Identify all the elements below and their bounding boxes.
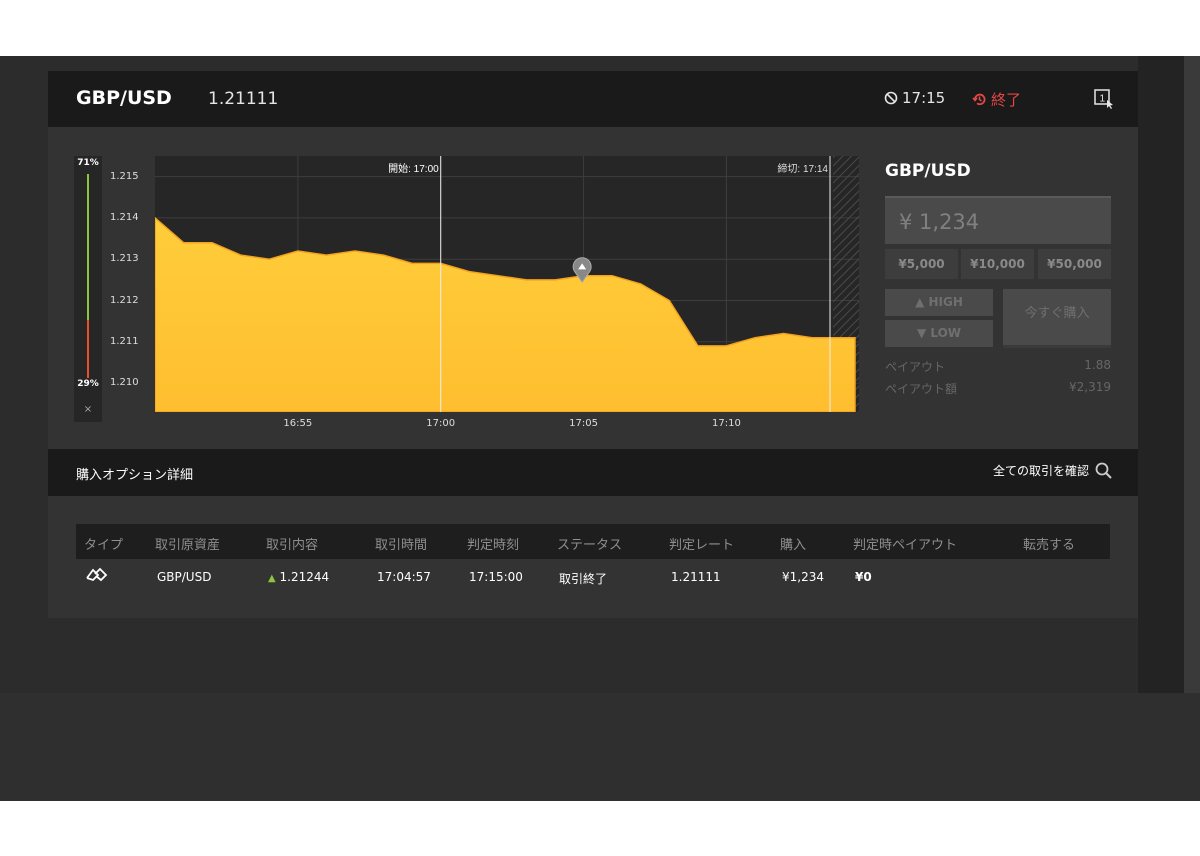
payout-label: ペイアウト <box>885 360 946 374</box>
current-price: 1.21111 <box>208 89 279 109</box>
y-tick-label: 1.212 <box>110 294 139 306</box>
y-tick-label: 1.213 <box>110 253 139 265</box>
chart-area: 71% 29% × 1.215 1.214 1.213 1.212 1.211 1.210… <box>48 127 1138 449</box>
no-entry-icon <box>884 91 898 105</box>
order-panel: GBP/USD ¥ 1,234 ¥5,000 ¥10,000 ¥50,000 ▲… <box>885 161 1111 396</box>
col-payout: 判定時ペイアウト <box>853 538 958 553</box>
col-content: 取引内容 <box>266 538 319 553</box>
y-tick-label: 1.210 <box>110 377 139 389</box>
right-sidebar <box>1138 56 1184 693</box>
view-all-trades-label: 全ての取引を確認 <box>992 464 1089 478</box>
low-probability-bar <box>87 320 89 378</box>
scrollbar[interactable] <box>1184 56 1200 693</box>
trade-table: タイプ 取引原資産 取引内容 取引時間 判定時刻 ステータス 判定レート 購入 … <box>76 524 1110 595</box>
price-chart: 開始: 17:00 締切: 17:14 <box>155 156 859 412</box>
preset-50000-button[interactable]: ¥50,000 <box>1038 249 1111 279</box>
col-rate: 判定レート <box>669 538 735 553</box>
history-clock-icon <box>972 93 986 106</box>
panel-header: GBP/USD 1.21111 17:15 終了 1 <box>48 71 1138 127</box>
cell-status: 取引終了 <box>559 572 608 586</box>
cell-payout: ¥0 <box>855 570 872 584</box>
high-probability-bar <box>87 174 89 320</box>
cell-purchase: ¥1,234 <box>782 570 824 584</box>
low-button[interactable]: ▼ LOW <box>885 320 993 347</box>
y-tick-label: 1.211 <box>110 335 139 347</box>
cell-content: ▲ 1.21244 <box>268 570 329 584</box>
high-button[interactable]: ▲ HIGH <box>885 289 993 316</box>
amount-input[interactable]: ¥ 1,234 <box>885 196 1111 244</box>
low-label: LOW <box>930 326 962 340</box>
high-arrow-icon: ▲ <box>268 573 276 584</box>
asset-pair: GBP/USD <box>76 87 172 109</box>
col-time: 取引時間 <box>375 538 428 553</box>
payout-amount-row: ペイアウト額 ¥2,319 <box>885 380 1111 397</box>
order-asset-title: GBP/USD <box>885 161 971 181</box>
end-label: 締切: 17:14 <box>777 162 828 175</box>
col-judge-time: 判定時刻 <box>467 538 520 553</box>
probability-bar: 71% 29% × <box>74 156 102 422</box>
details-bar: 購入オプション詳細 全ての取引を確認 <box>48 449 1138 496</box>
y-tick-label: 1.215 <box>110 170 139 182</box>
search-icon <box>1095 462 1112 479</box>
details-title: 購入オプション詳細 <box>76 468 194 483</box>
cell-rate: 1.21111 <box>671 570 721 584</box>
cell-content-value: 1.21244 <box>279 570 330 584</box>
start-label: 開始: 17:00 <box>388 162 439 175</box>
table-row[interactable]: GBP/USD ▲ 1.21244 17:04:57 17:15:00 取引終了… <box>76 559 1110 595</box>
col-resell: 転売する <box>1023 538 1076 553</box>
payout-value: 1.88 <box>1084 358 1111 372</box>
high-low-type-icon <box>86 567 108 582</box>
preset-5000-button[interactable]: ¥5,000 <box>885 249 958 279</box>
trade-status: 終了 <box>972 89 1021 110</box>
cell-judge-time: 17:15:00 <box>469 570 523 584</box>
payout-amount-label: ペイアウト額 <box>885 382 958 396</box>
timer-value: 17:15 <box>902 89 946 107</box>
x-tick-label: 17:05 <box>569 418 598 429</box>
payout-amount-value: ¥2,319 <box>1069 380 1111 394</box>
low-arrow-icon: ▼ <box>916 326 927 340</box>
y-tick-label: 1.214 <box>110 211 139 223</box>
cell-time: 17:04:57 <box>377 570 431 584</box>
col-status: ステータス <box>557 538 623 553</box>
svg-text:1: 1 <box>1100 94 1106 105</box>
expiry-timer: 17:15 <box>884 89 945 107</box>
high-arrow-icon: ▲ <box>915 295 925 309</box>
status-text: 終了 <box>991 91 1022 109</box>
high-probability: 71% <box>77 158 99 168</box>
x-tick-label: 17:00 <box>426 418 456 429</box>
payout-row: ペイアウト 1.88 <box>885 358 1111 375</box>
x-tick-label: 16:55 <box>283 418 313 429</box>
lower-area <box>0 693 1200 801</box>
cell-asset: GBP/USD <box>157 570 212 584</box>
col-purchase: 購入 <box>780 538 807 553</box>
table-header: タイプ 取引原資産 取引内容 取引時間 判定時刻 ステータス 判定レート 購入 … <box>76 524 1110 559</box>
high-label: HIGH <box>928 295 963 309</box>
col-asset: 取引原資産 <box>155 538 221 553</box>
view-all-trades-link[interactable]: 全ての取引を確認 <box>993 462 1112 479</box>
low-probability: 29% <box>77 379 99 389</box>
col-type: タイプ <box>84 538 124 553</box>
buy-now-button[interactable]: 今すぐ購入 <box>1003 289 1111 348</box>
preset-10000-button[interactable]: ¥10,000 <box>961 249 1034 279</box>
x-tick-label: 17:10 <box>712 418 741 429</box>
trading-screen: GBP/USD 1.21111 17:15 終了 1 71% 29% × 1.2… <box>0 56 1200 801</box>
single-chart-view-icon[interactable]: 1 <box>1094 89 1114 109</box>
close-probability-button[interactable]: × <box>74 404 102 415</box>
